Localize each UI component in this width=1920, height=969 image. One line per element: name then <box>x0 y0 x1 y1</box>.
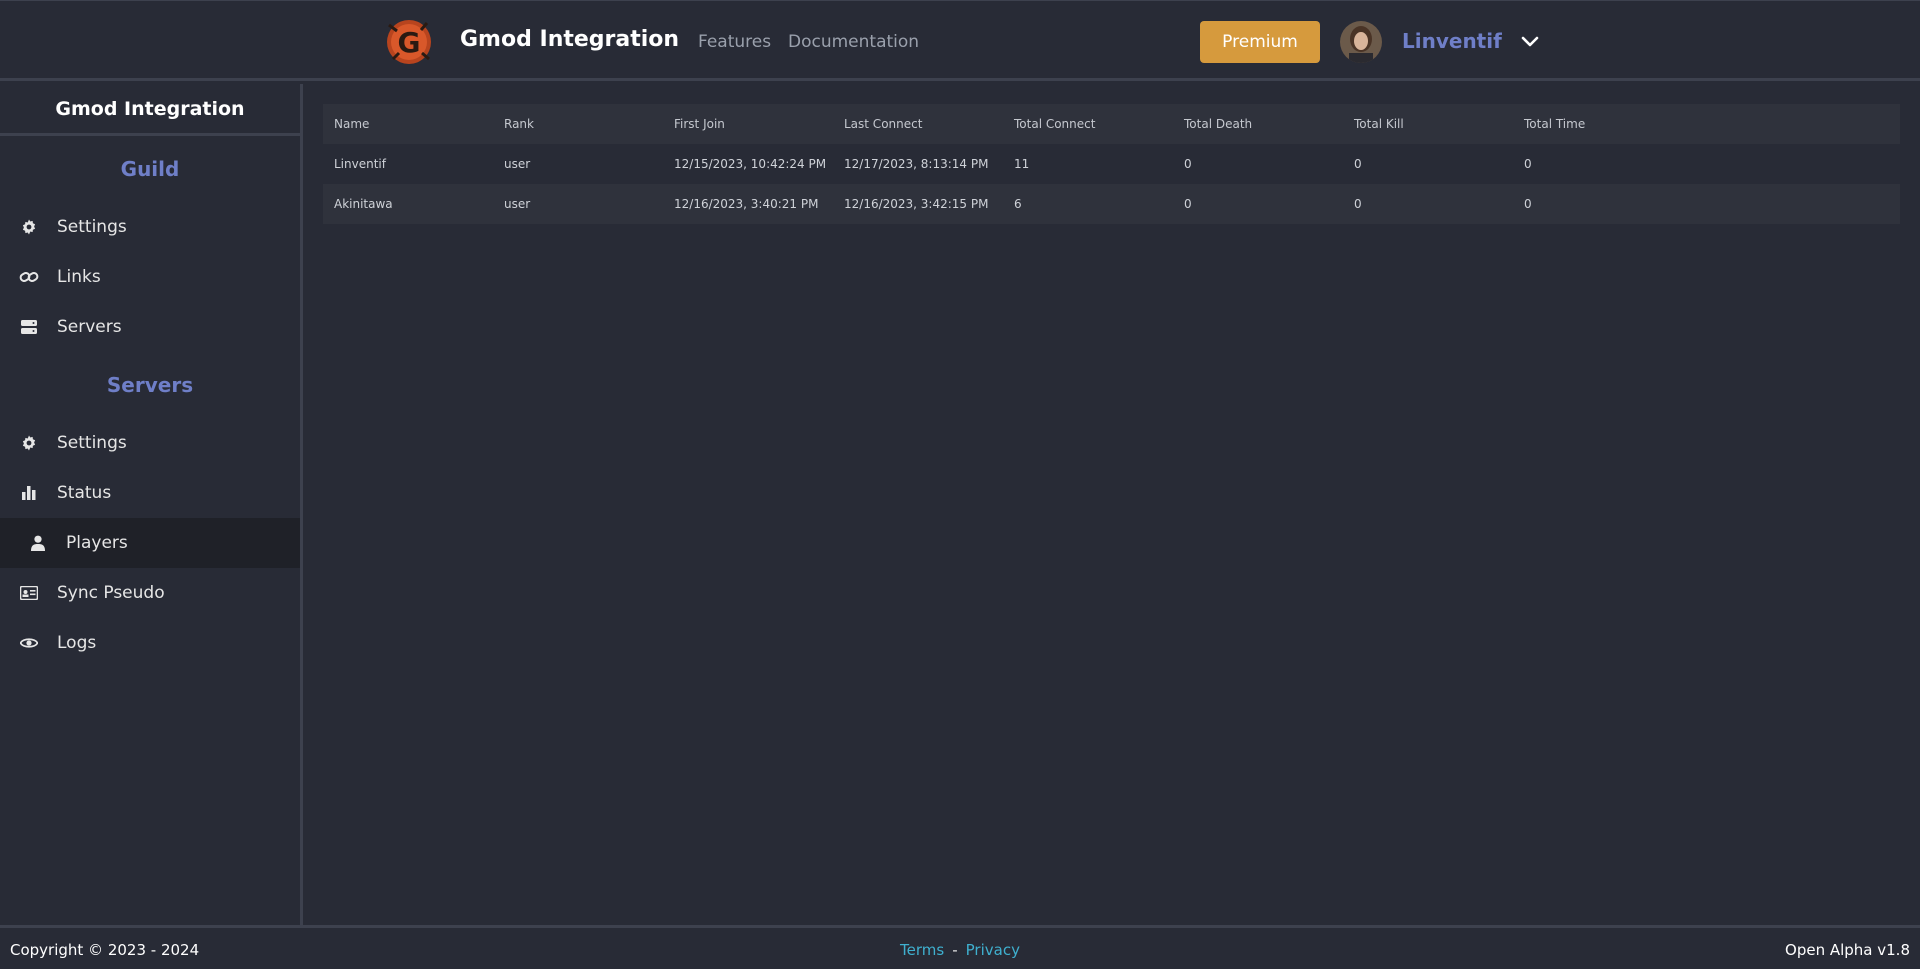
players-table: Name Rank First Join Last Connect Total … <box>323 104 1900 224</box>
sidebar-item-status[interactable]: Status <box>0 468 300 518</box>
table-header-row: Name Rank First Join Last Connect Total … <box>323 104 1900 144</box>
bar-chart-icon <box>18 482 40 504</box>
column-header-last-connect[interactable]: Last Connect <box>833 117 1003 131</box>
column-header-total-time[interactable]: Total Time <box>1513 117 1683 131</box>
sidebar-item-sync-pseudo[interactable]: Sync Pseudo <box>0 568 300 618</box>
premium-button[interactable]: Premium <box>1200 21 1320 63</box>
top-header: G Gmod Integration Features Documentatio… <box>0 0 1920 81</box>
cell-rank: user <box>504 197 531 211</box>
sidebar-item-guild-settings[interactable]: Settings <box>0 202 300 252</box>
brand-title[interactable]: Gmod Integration <box>460 27 679 52</box>
cell-name: Linventif <box>334 157 386 171</box>
username[interactable]: Linventif <box>1402 29 1502 53</box>
sidebar-item-players[interactable]: Players <box>0 518 300 568</box>
sidebar-item-label: Sync Pseudo <box>57 583 165 603</box>
sidebar-title: Gmod Integration <box>0 84 300 136</box>
cell-name: Akinitawa <box>334 197 393 211</box>
server-icon <box>18 316 40 338</box>
privacy-link[interactable]: Privacy <box>966 941 1020 959</box>
sidebar-item-label: Status <box>57 483 112 503</box>
table-row[interactable]: Akinitawa user 12/16/2023, 3:40:21 PM 12… <box>323 184 1900 224</box>
cell-total-death: 0 <box>1184 197 1192 211</box>
nav-documentation-link[interactable]: Documentation <box>788 32 919 52</box>
cell-last-connect: 12/17/2023, 8:13:14 PM <box>844 157 989 171</box>
column-header-total-connect[interactable]: Total Connect <box>1003 117 1173 131</box>
sidebar: Gmod Integration Guild Settings Links Se… <box>0 84 303 925</box>
cell-total-time: 0 <box>1524 157 1532 171</box>
servers-section-title: Servers <box>106 373 194 397</box>
gmod-integration-logo[interactable]: G <box>383 15 435 67</box>
gear-icon <box>18 216 40 238</box>
footer-separator: - <box>952 941 958 959</box>
sidebar-item-server-settings[interactable]: Settings <box>0 418 300 468</box>
svg-text:G: G <box>398 26 421 59</box>
cell-total-death: 0 <box>1184 157 1192 171</box>
cell-total-kill: 0 <box>1354 157 1362 171</box>
cell-total-connect: 11 <box>1014 157 1030 171</box>
sidebar-item-links[interactable]: Links <box>0 252 300 302</box>
terms-link[interactable]: Terms <box>900 941 944 959</box>
column-header-first-join[interactable]: First Join <box>663 117 833 131</box>
id-card-icon <box>18 582 40 604</box>
sidebar-item-label: Players <box>66 533 128 553</box>
gear-icon <box>18 432 40 454</box>
link-icon <box>18 266 40 288</box>
guild-section-title: Guild <box>120 157 180 181</box>
nav-features-link[interactable]: Features <box>698 32 771 52</box>
avatar[interactable] <box>1340 21 1382 63</box>
footer-links: Terms - Privacy <box>0 941 1920 959</box>
sidebar-item-label: Logs <box>57 633 97 653</box>
sidebar-item-label: Servers <box>57 317 122 337</box>
cell-first-join: 12/15/2023, 10:42:24 PM <box>674 157 827 171</box>
sidebar-item-label: Links <box>57 267 101 287</box>
sidebar-item-guild-servers[interactable]: Servers <box>0 302 300 352</box>
cell-first-join: 12/16/2023, 3:40:21 PM <box>674 197 819 211</box>
column-header-name[interactable]: Name <box>323 117 493 131</box>
table-row[interactable]: Linventif user 12/15/2023, 10:42:24 PM 1… <box>323 144 1900 184</box>
version-text: Open Alpha v1.8 <box>1785 941 1910 959</box>
sidebar-item-label: Settings <box>57 433 127 453</box>
user-icon <box>27 532 49 554</box>
cell-last-connect: 12/16/2023, 3:42:15 PM <box>844 197 989 211</box>
column-header-rank[interactable]: Rank <box>493 117 663 131</box>
sidebar-item-logs[interactable]: Logs <box>0 618 300 668</box>
sidebar-item-label: Settings <box>57 217 127 237</box>
footer: Copyright © 2023 - 2024 Terms - Privacy Op… <box>0 925 1920 969</box>
column-header-total-death[interactable]: Total Death <box>1173 117 1343 131</box>
column-header-total-kill[interactable]: Total Kill <box>1343 117 1513 131</box>
chevron-down-icon[interactable] <box>1520 31 1540 51</box>
cell-total-kill: 0 <box>1354 197 1362 211</box>
cell-total-connect: 6 <box>1014 197 1022 211</box>
eye-icon <box>18 632 40 654</box>
cell-total-time: 0 <box>1524 197 1532 211</box>
cell-rank: user <box>504 157 531 171</box>
